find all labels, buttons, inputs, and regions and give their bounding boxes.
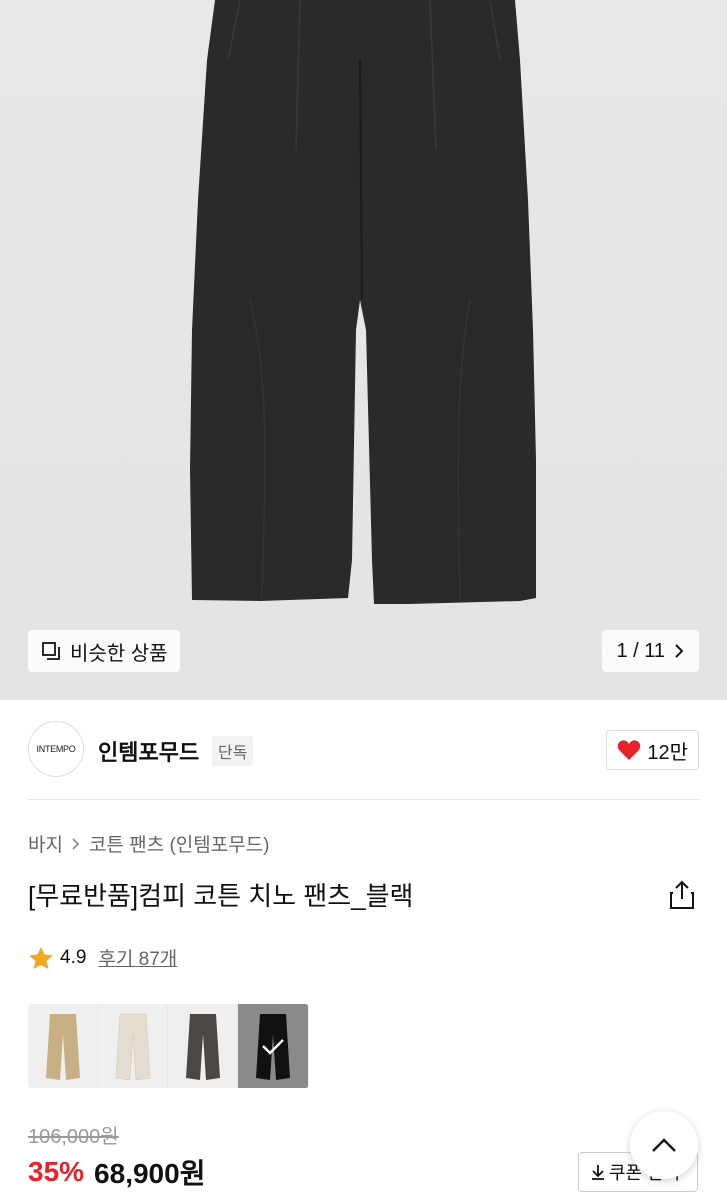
original-price: 106,000원 — [28, 1126, 119, 1148]
similar-products-button[interactable]: 비슷한 상품 — [28, 630, 180, 672]
pants-thumbnail — [238, 1004, 308, 1088]
price-row: 35% 68,900원 — [28, 1152, 205, 1192]
image-pager[interactable]: 1 / 11 — [602, 630, 699, 672]
breadcrumb-category[interactable]: 바지 — [28, 830, 63, 857]
product-image-gallery[interactable]: 비슷한 상품 1 / 11 — [0, 0, 727, 700]
color-option-black[interactable] — [238, 1004, 308, 1088]
reviews-link[interactable]: 후기 87개 — [98, 944, 177, 971]
chevron-right-icon — [675, 644, 684, 658]
breadcrumb: 바지 코튼 팬츠 (인템포무드) — [28, 830, 270, 857]
exclusive-badge: 단독 — [212, 736, 254, 766]
pants-thumbnail — [186, 1014, 220, 1080]
chevron-up-icon — [652, 1138, 676, 1152]
scroll-to-top-button[interactable] — [630, 1111, 698, 1179]
color-option-charcoal[interactable] — [168, 1004, 238, 1088]
pants-thumbnail — [115, 1013, 151, 1081]
like-button[interactable]: 12만 — [606, 730, 699, 770]
like-count: 12만 — [647, 741, 688, 764]
rating-score: 4.9 — [60, 946, 87, 968]
copy-icon — [42, 642, 60, 660]
product-title: [무료반품]컴피 코튼 치노 팬츠_블랙 — [28, 881, 414, 911]
color-option-beige[interactable] — [28, 1004, 98, 1088]
chevron-right-icon — [72, 837, 80, 850]
discount-rate: 35% — [28, 1156, 85, 1187]
image-pager-count: 1 / 11 — [616, 639, 665, 662]
product-image — [0, 0, 727, 700]
rating: 4.9 후기 87개 — [28, 944, 177, 971]
star-icon — [29, 946, 53, 969]
brand-row: INTEMPO 인템포무드 단독 12만 — [28, 700, 699, 800]
similar-products-label: 비슷한 상품 — [70, 642, 168, 665]
heart-icon — [618, 740, 641, 760]
sale-price: 68,900원 — [94, 1158, 206, 1189]
download-icon — [592, 1165, 604, 1180]
color-option-ivory[interactable] — [98, 1004, 168, 1088]
color-options — [28, 1004, 309, 1088]
brand-logo[interactable]: INTEMPO — [28, 721, 84, 777]
pants-thumbnail — [46, 1014, 80, 1080]
share-icon[interactable] — [669, 880, 695, 910]
breadcrumb-subcategory[interactable]: 코튼 팬츠 (인템포무드) — [89, 830, 270, 857]
brand-name[interactable]: 인템포무드 — [98, 735, 199, 767]
